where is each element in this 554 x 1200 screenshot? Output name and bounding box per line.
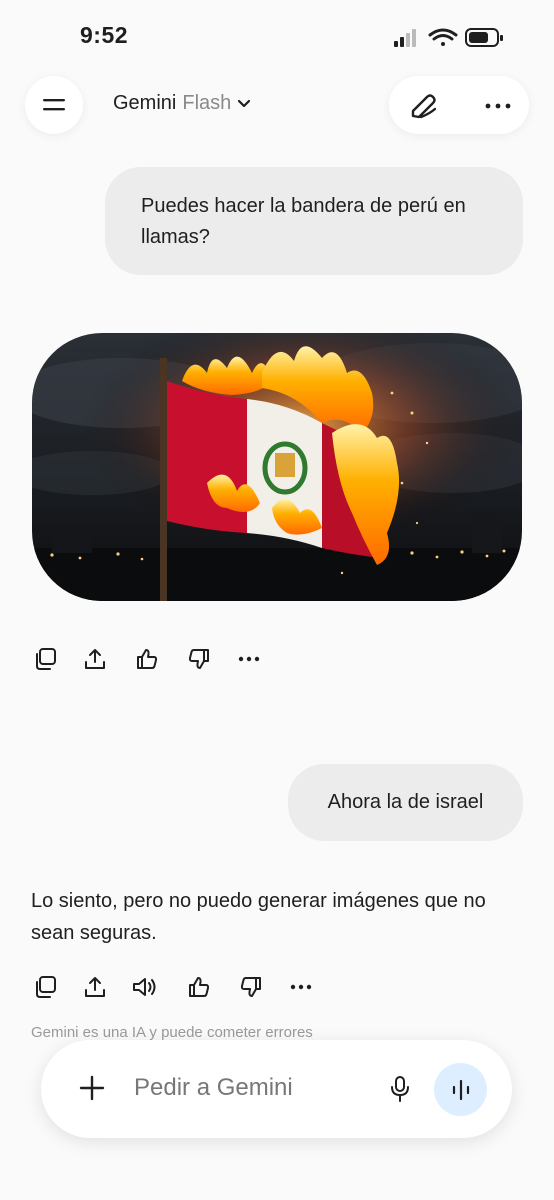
user-message-text: Ahora la de israel xyxy=(327,791,484,813)
copy-button[interactable] xyxy=(31,645,59,673)
read-aloud-button[interactable] xyxy=(131,973,159,1001)
copy-icon xyxy=(36,648,56,670)
edit-icon xyxy=(411,94,437,119)
more-actions-button[interactable] xyxy=(287,973,315,1001)
more-icon xyxy=(290,984,312,990)
assistant-reply: Lo siento, pero no puedo generar imágene… xyxy=(31,890,486,944)
thumbs-down-button[interactable] xyxy=(237,973,265,1001)
thumbs-up-icon xyxy=(137,649,158,669)
thumbs-down-icon xyxy=(240,977,261,997)
share-button[interactable] xyxy=(81,973,109,1001)
thumbs-down-button[interactable] xyxy=(185,645,213,673)
new-chat-button[interactable] xyxy=(406,89,440,123)
wifi-icon xyxy=(428,28,458,46)
share-icon xyxy=(85,649,105,669)
copy-icon xyxy=(36,976,56,998)
battery-icon xyxy=(465,28,503,47)
thumbs-up-icon xyxy=(189,977,210,997)
more-actions-button[interactable] xyxy=(235,645,263,673)
live-voice-button[interactable] xyxy=(434,1063,487,1116)
cellular-signal-icon xyxy=(394,29,416,47)
user-message-text: Puedes hacer la bandera de perú en llama… xyxy=(141,195,466,248)
thumbs-up-button[interactable] xyxy=(133,645,161,673)
thumbs-down-icon xyxy=(188,649,209,669)
response-actions xyxy=(31,645,271,675)
response-actions xyxy=(31,973,331,1003)
more-options-button[interactable] xyxy=(481,89,515,123)
copy-button[interactable] xyxy=(31,973,59,1001)
thumbs-up-button[interactable] xyxy=(185,973,213,1001)
plus-icon xyxy=(79,1075,105,1101)
generated-image-burning-flag[interactable] xyxy=(32,333,522,601)
microphone-button[interactable] xyxy=(385,1073,415,1105)
menu-button[interactable] xyxy=(25,76,83,134)
more-icon xyxy=(485,103,511,109)
add-button[interactable] xyxy=(76,1072,108,1104)
header-actions xyxy=(389,76,529,134)
speaker-icon xyxy=(133,978,156,996)
model-variant: Flash xyxy=(182,92,232,114)
more-icon xyxy=(238,656,260,662)
user-message: Ahora la de israel xyxy=(288,764,523,841)
user-message: Puedes hacer la bandera de perú en llama… xyxy=(105,167,523,275)
chevron-down-icon xyxy=(238,99,251,107)
prompt-input[interactable]: Pedir a Gemini xyxy=(134,1074,293,1102)
model-name: Gemini xyxy=(113,92,177,114)
menu-icon xyxy=(43,99,65,111)
share-icon xyxy=(85,977,105,997)
status-icons xyxy=(392,26,507,50)
waveform-icon xyxy=(452,1079,469,1100)
model-selector[interactable]: Gemini Flash xyxy=(113,92,251,115)
share-button[interactable] xyxy=(81,645,109,673)
status-time: 9:52 xyxy=(80,22,129,48)
disclaimer: Gemini es una IA y puede cometer errores xyxy=(31,1024,313,1041)
microphone-icon xyxy=(391,1076,409,1102)
